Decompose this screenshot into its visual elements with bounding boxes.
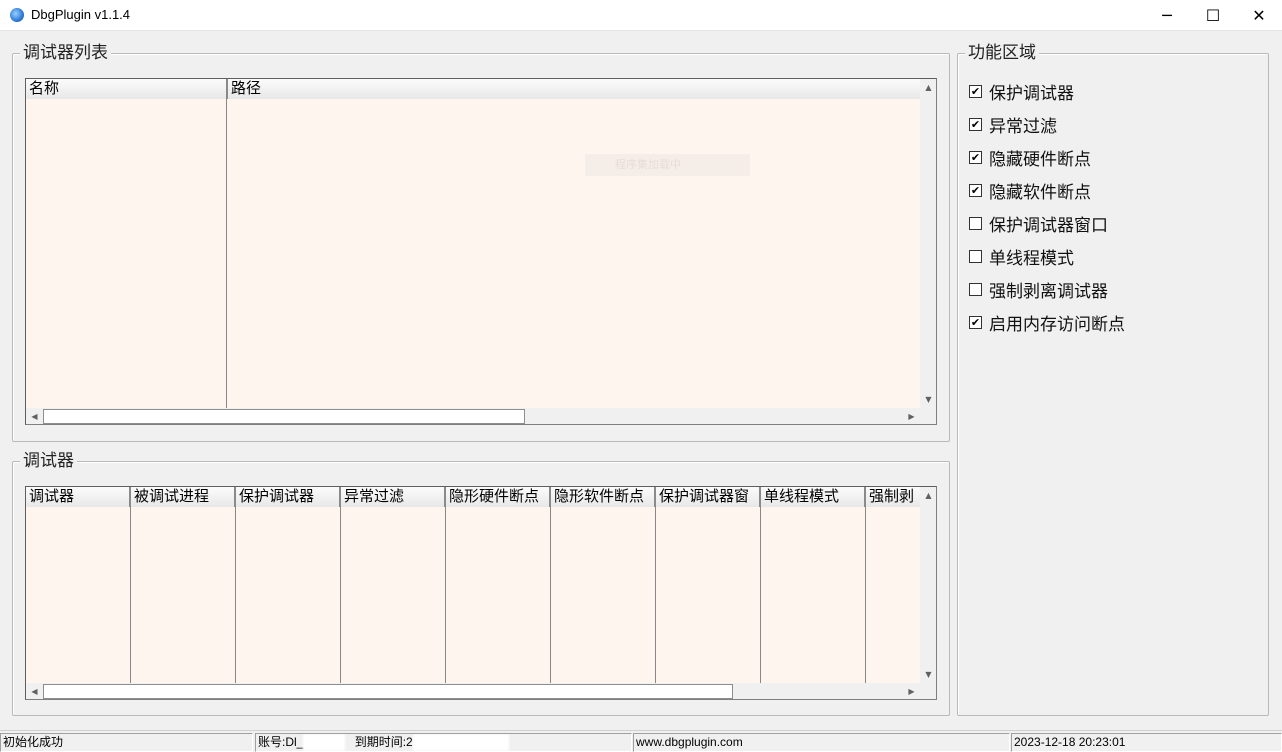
option-label: 隐藏硬件断点 bbox=[989, 149, 1091, 170]
option-enable-memory-breakpoint[interactable]: ✔ 启用内存访问断点 bbox=[969, 310, 1125, 335]
debugger-table-view[interactable]: 调试器 被调试进程 保护调试器 异常过滤 隐形硬件断点 隐形软件断点 保护调试器… bbox=[25, 486, 937, 700]
column-header-single-thread-mode[interactable]: 单线程模式 bbox=[761, 487, 866, 507]
status-bar: 初始化成功 账号:Dl_xxxxxxx 到期时间:2xxxxxxxxxxxxxx… bbox=[0, 730, 1282, 752]
column-header-debugged-process[interactable]: 被调试进程 bbox=[131, 487, 236, 507]
column-header-path[interactable]: 路径 bbox=[228, 79, 921, 99]
checkbox[interactable]: ✔ bbox=[969, 150, 982, 164]
expire-value: 2 bbox=[406, 735, 413, 749]
minimize-button[interactable]: ─ bbox=[1144, 0, 1190, 31]
checkbox[interactable]: ✔ bbox=[969, 315, 982, 329]
column-header-protect-debugger-window[interactable]: 保护调试器窗 bbox=[656, 487, 761, 507]
scroll-left-arrow-icon[interactable]: ◀ bbox=[26, 683, 43, 699]
option-hide-sw-breakpoint[interactable]: ✔ 隐藏软件断点 bbox=[969, 178, 1091, 203]
horizontal-scroll-thumb[interactable] bbox=[43, 409, 525, 424]
checkbox[interactable]: ✔ bbox=[969, 117, 982, 131]
column-header-hidden-sw-breakpoint[interactable]: 隐形软件断点 bbox=[551, 487, 656, 507]
option-protect-debugger[interactable]: ✔ 保护调试器 bbox=[969, 79, 1074, 104]
scrollbar-corner bbox=[920, 408, 936, 424]
account-value: Dl_ bbox=[285, 735, 304, 749]
scroll-down-arrow-icon[interactable]: ▼ bbox=[920, 391, 936, 408]
vertical-scrollbar[interactable]: ▲ ▼ bbox=[920, 79, 936, 408]
option-hide-hw-breakpoint[interactable]: ✔ 隐藏硬件断点 bbox=[969, 145, 1091, 170]
column-header-protect-debugger[interactable]: 保护调试器 bbox=[236, 487, 341, 507]
scroll-up-arrow-icon[interactable]: ▲ bbox=[920, 79, 936, 96]
option-label: 单线程模式 bbox=[989, 248, 1074, 269]
vertical-scrollbar[interactable]: ▲ ▼ bbox=[920, 487, 936, 683]
redacted-region: xxxxxxxxxxxxxxxx bbox=[412, 734, 509, 751]
column-header-name[interactable]: 名称 bbox=[26, 79, 228, 99]
option-protect-debugger-window[interactable]: 保护调试器窗口 bbox=[969, 211, 1108, 236]
checkbox[interactable]: ✔ bbox=[969, 84, 982, 98]
scrollbar-corner bbox=[920, 683, 936, 699]
column-divider bbox=[655, 507, 656, 683]
status-datetime: 2023-12-18 20:23:01 bbox=[1011, 733, 1282, 752]
account-panel: 账号:Dl_xxxxxxx 到期时间:2xxxxxxxxxxxxxxxx bbox=[255, 733, 632, 752]
redacted-region: xxxxxxx bbox=[303, 734, 346, 751]
option-label: 保护调试器 bbox=[989, 83, 1074, 104]
window-title: DbgPlugin v1.1.4 bbox=[31, 7, 131, 22]
option-single-thread-mode[interactable]: 单线程模式 bbox=[969, 244, 1074, 269]
loading-watermark: 程序集加载中 bbox=[585, 154, 750, 176]
option-label: 保护调试器窗口 bbox=[989, 215, 1108, 236]
scroll-left-arrow-icon[interactable]: ◀ bbox=[26, 408, 43, 424]
debugger-list-group-title: 调试器列表 bbox=[20, 43, 111, 63]
status-message: 初始化成功 bbox=[0, 733, 253, 752]
option-label: 启用内存访问断点 bbox=[989, 314, 1125, 335]
option-exception-filter[interactable]: ✔ 异常过滤 bbox=[969, 112, 1057, 137]
horizontal-scrollbar[interactable]: ◀ ▶ bbox=[26, 683, 920, 699]
horizontal-scroll-thumb[interactable] bbox=[43, 684, 733, 699]
scroll-right-arrow-icon[interactable]: ▶ bbox=[903, 683, 920, 699]
debugger-list-view[interactable]: 名称 路径 ▲ ▼ ◀ ▶ bbox=[25, 78, 937, 425]
horizontal-scrollbar[interactable]: ◀ ▶ bbox=[26, 408, 920, 424]
column-divider bbox=[226, 99, 227, 409]
option-label: 强制剥离调试器 bbox=[989, 281, 1108, 302]
scroll-right-arrow-icon[interactable]: ▶ bbox=[903, 408, 920, 424]
debugger-group-title: 调试器 bbox=[20, 451, 77, 471]
checkbox[interactable] bbox=[969, 282, 982, 296]
column-divider bbox=[865, 507, 866, 683]
scroll-up-arrow-icon[interactable]: ▲ bbox=[920, 487, 936, 504]
title-bar[interactable]: DbgPlugin v1.1.4 ─ ☐ ✕ bbox=[0, 0, 1282, 31]
scroll-down-arrow-icon[interactable]: ▼ bbox=[920, 666, 936, 683]
option-label: 异常过滤 bbox=[989, 116, 1057, 137]
debugger-table-header: 调试器 被调试进程 保护调试器 异常过滤 隐形硬件断点 隐形软件断点 保护调试器… bbox=[26, 487, 921, 507]
column-header-exception-filter[interactable]: 异常过滤 bbox=[341, 487, 446, 507]
column-divider bbox=[445, 507, 446, 683]
option-force-detach-debugger[interactable]: 强制剥离调试器 bbox=[969, 277, 1108, 302]
checkbox[interactable] bbox=[969, 249, 982, 263]
function-area-group-title: 功能区域 bbox=[965, 43, 1039, 63]
column-divider bbox=[340, 507, 341, 683]
column-divider bbox=[760, 507, 761, 683]
column-header-debugger[interactable]: 调试器 bbox=[26, 487, 131, 507]
column-header-hidden-hw-breakpoint[interactable]: 隐形硬件断点 bbox=[446, 487, 551, 507]
close-button[interactable]: ✕ bbox=[1236, 0, 1282, 31]
column-header-force-detach[interactable]: 强制剥 bbox=[866, 487, 921, 507]
debugger-list-header: 名称 路径 bbox=[26, 79, 921, 99]
app-icon bbox=[10, 8, 24, 22]
column-divider bbox=[235, 507, 236, 683]
expire-label: 到期时间: bbox=[354, 735, 407, 749]
option-label: 隐藏软件断点 bbox=[989, 182, 1091, 203]
checkbox[interactable] bbox=[969, 216, 982, 230]
checkbox[interactable]: ✔ bbox=[969, 183, 982, 197]
website-link[interactable]: www.dbgplugin.com bbox=[633, 733, 1010, 752]
maximize-button[interactable]: ☐ bbox=[1190, 0, 1236, 31]
column-divider bbox=[130, 507, 131, 683]
column-divider bbox=[550, 507, 551, 683]
account-label: 账号: bbox=[258, 735, 286, 749]
